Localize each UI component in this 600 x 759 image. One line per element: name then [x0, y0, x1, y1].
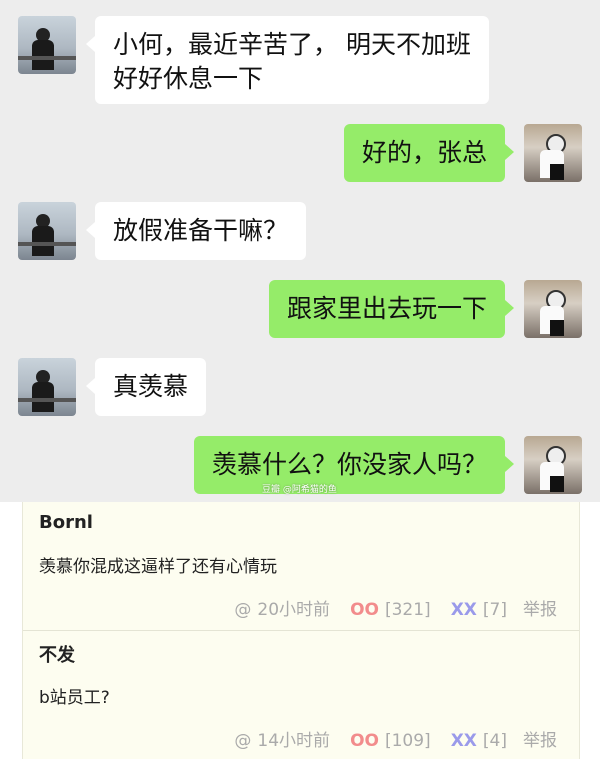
- report-link[interactable]: 举报: [523, 595, 557, 620]
- message-bubble[interactable]: 羡慕什么？你没家人吗？: [193, 436, 515, 494]
- comment-list: Bornl 羡慕你混成这逼样了还有心情玩 @ 20小时前 OO [321] XX…: [22, 502, 580, 759]
- report-link[interactable]: 举报: [523, 726, 557, 751]
- message-bubble[interactable]: 放假准备干嘛？: [85, 202, 307, 260]
- message-line: 好好休息一下: [113, 64, 264, 93]
- oo-vote-button[interactable]: OO: [350, 731, 379, 751]
- comment-time: 14小时前: [257, 731, 331, 751]
- comment-meta: @ 14小时前 OO [109] XX [4] 举报: [234, 726, 557, 751]
- comment-text: b站员工?: [39, 688, 110, 708]
- boss-avatar[interactable]: [18, 202, 76, 260]
- oo-count: [109]: [384, 731, 431, 751]
- xx-count: [7]: [482, 600, 507, 620]
- comment-username[interactable]: 不发: [39, 641, 75, 667]
- comment-time: 20小时前: [257, 600, 331, 620]
- comment-username[interactable]: Bornl: [39, 512, 93, 533]
- oo-count: [321]: [384, 600, 431, 620]
- message-bubble[interactable]: 小何，最近辛苦了， 明天不加班 好好休息一下: [86, 16, 489, 104]
- self-avatar[interactable]: [524, 436, 582, 494]
- self-avatar[interactable]: [524, 280, 582, 338]
- comment-item: 不发 b站员工? @ 14小时前 OO [109] XX [4] 举报: [23, 631, 579, 759]
- message-line: 好的，张总: [361, 138, 487, 167]
- comment-meta: @ 20小时前 OO [321] XX [7] 举报: [234, 595, 557, 620]
- message-bubble[interactable]: 真羡慕: [85, 358, 207, 416]
- message-bubble[interactable]: 跟家里出去玩一下: [268, 280, 515, 338]
- message-line: 放假准备干嘛？: [113, 216, 289, 245]
- xx-vote-button[interactable]: XX: [451, 731, 477, 751]
- message-line: 羡慕什么？你没家人吗？: [211, 450, 487, 479]
- message-line: 小何，最近辛苦了， 明天不加班: [113, 30, 471, 59]
- message-line: 跟家里出去玩一下: [286, 294, 487, 323]
- message-line: 真羡慕: [113, 372, 189, 401]
- chat-window: 小何，最近辛苦了， 明天不加班 好好休息一下 好的，张总 放假准备干嘛？ 跟家里…: [0, 0, 600, 502]
- boss-avatar[interactable]: [18, 358, 76, 416]
- oo-vote-button[interactable]: OO: [350, 600, 379, 620]
- self-avatar[interactable]: [524, 124, 582, 182]
- xx-vote-button[interactable]: XX: [451, 600, 477, 620]
- clock-icon: @: [234, 600, 252, 620]
- boss-avatar[interactable]: [18, 16, 76, 74]
- xx-count: [4]: [482, 731, 507, 751]
- comment-item: Bornl 羡慕你混成这逼样了还有心情玩 @ 20小时前 OO [321] XX…: [23, 502, 579, 630]
- message-bubble[interactable]: 好的，张总: [343, 124, 515, 182]
- watermark: 豆瓣 @阿希猫的鱼: [262, 485, 337, 495]
- comment-text: 羡慕你混成这逼样了还有心情玩: [39, 557, 277, 577]
- clock-icon: @: [234, 731, 252, 751]
